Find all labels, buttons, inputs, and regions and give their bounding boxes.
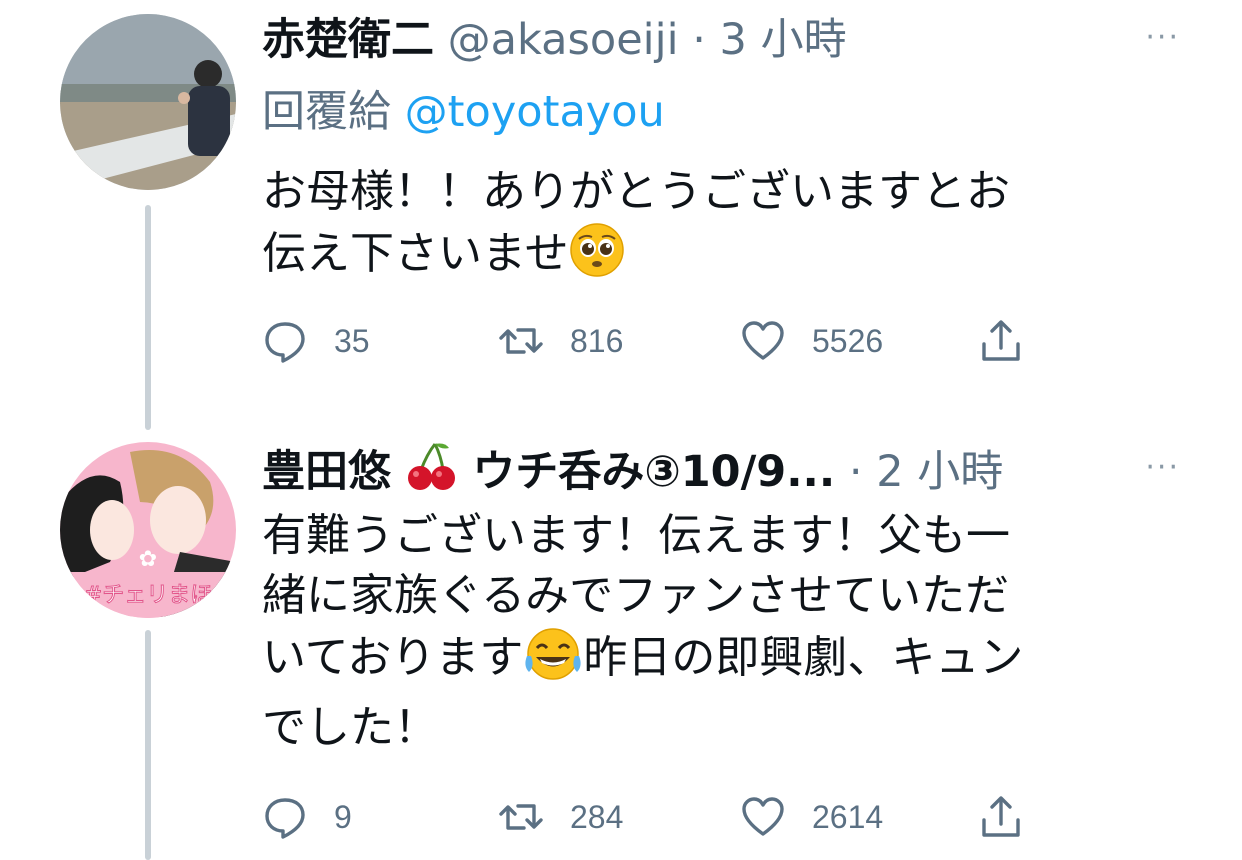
tweet-text-line: でした！ [262,702,438,753]
display-name[interactable]: 豊田悠 [262,447,391,497]
retweet-button[interactable]: 816 [498,316,623,366]
thread-line [145,205,151,430]
retweet-count: 284 [570,798,624,835]
reply-count: 35 [334,322,370,359]
reply-context: 回覆給 @toyotayou [262,84,665,140]
avatar-toyotayou[interactable]: #チェリまほ ✿ [60,442,236,618]
cherry-mark-icon: ✿ [139,547,157,572]
retweet-icon [499,804,543,830]
more-options-icon[interactable]: ··· [1145,20,1180,55]
separator-dot: · [692,15,706,65]
like-button[interactable]: 2614 [740,792,883,842]
reply-count: 9 [334,798,352,835]
tweet-header: 豊田悠 ウチ呑み③10/9... · 2 小時 [262,440,1172,508]
avatar-badge-text: #チェリまほ [84,583,212,608]
tweet-text-line: 有難うございます！伝えます！父も一 [262,510,1010,561]
like-count: 2614 [812,798,884,835]
share-icon [982,796,1020,837]
tweet-text-segment: 昨日の即興劇、キュン [583,632,1024,683]
tweet-actions: 9 284 2614 [262,792,1062,842]
reply-mention-link[interactable]: @toyotayou [405,87,665,137]
user-handle[interactable]: @akasoeiji [448,15,679,65]
share-icon [982,320,1020,361]
tweet-actions: 35 816 5526 [262,316,1062,366]
tweet-1[interactable]: 赤楚衛二 @akasoeiji · 3 小時 ··· 回覆給 @toyotayo… [0,0,1242,430]
tweet-text-line: 伝え下さいませ [262,222,1162,294]
avatar-photo [60,14,236,190]
cherries-emoji [405,440,459,508]
like-count: 5526 [812,322,884,359]
retweet-icon [499,328,543,354]
retweet-button[interactable]: 284 [498,792,623,842]
tears-of-joy-emoji [523,626,583,698]
more-options-icon[interactable]: ··· [1145,450,1180,485]
display-name-suffix[interactable]: ウチ呑み③10/9... [472,447,835,497]
reply-prefix: 回覆給 [262,87,391,137]
like-button[interactable]: 5526 [740,316,883,366]
separator-dot: · [848,447,863,497]
display-name[interactable]: 赤楚衛二 [262,15,434,65]
reply-icon [265,322,305,363]
reply-button[interactable]: 35 [262,316,370,366]
heart-icon [742,321,784,360]
tweet-text-line: いております 昨日の即興劇、キュン [262,626,1162,698]
heart-icon [742,797,784,836]
tweet-header: 赤楚衛二 @akasoeiji · 3 小時 [262,12,1172,68]
avatar-illustration: #チェリまほ ✿ [60,442,236,618]
reply-button[interactable]: 9 [262,792,352,842]
retweet-count: 816 [570,322,624,359]
tweet-text-line: お母様！！ありがとうございますとお [262,166,1010,217]
share-button[interactable] [978,316,1024,366]
tweet-text-segment: 伝え下さいませ [262,228,569,279]
tweet-text-line: 緒に家族ぐるみでファンさせていただ [262,570,1010,621]
pleading-face-emoji [569,222,625,294]
tweet-text: 有難うございます！伝えます！父も一 緒に家族ぐるみでファンさせていただ いており… [262,506,1162,758]
tweet-2[interactable]: #チェリまほ ✿ 豊田悠 ウチ呑み③10/9... · 2 小時 ··· 有難う… [0,430,1242,860]
tweet-text: お母様！！ありがとうございますとお 伝え下さいませ [262,162,1162,294]
timestamp[interactable]: 3 小時 [720,15,847,65]
timestamp[interactable]: 2 小時 [876,447,1003,497]
thread-line [145,630,151,860]
share-button[interactable] [978,792,1024,842]
reply-icon [265,798,305,839]
tweet-text-segment: いております [262,632,524,683]
avatar-akasoeiji[interactable] [60,14,236,190]
